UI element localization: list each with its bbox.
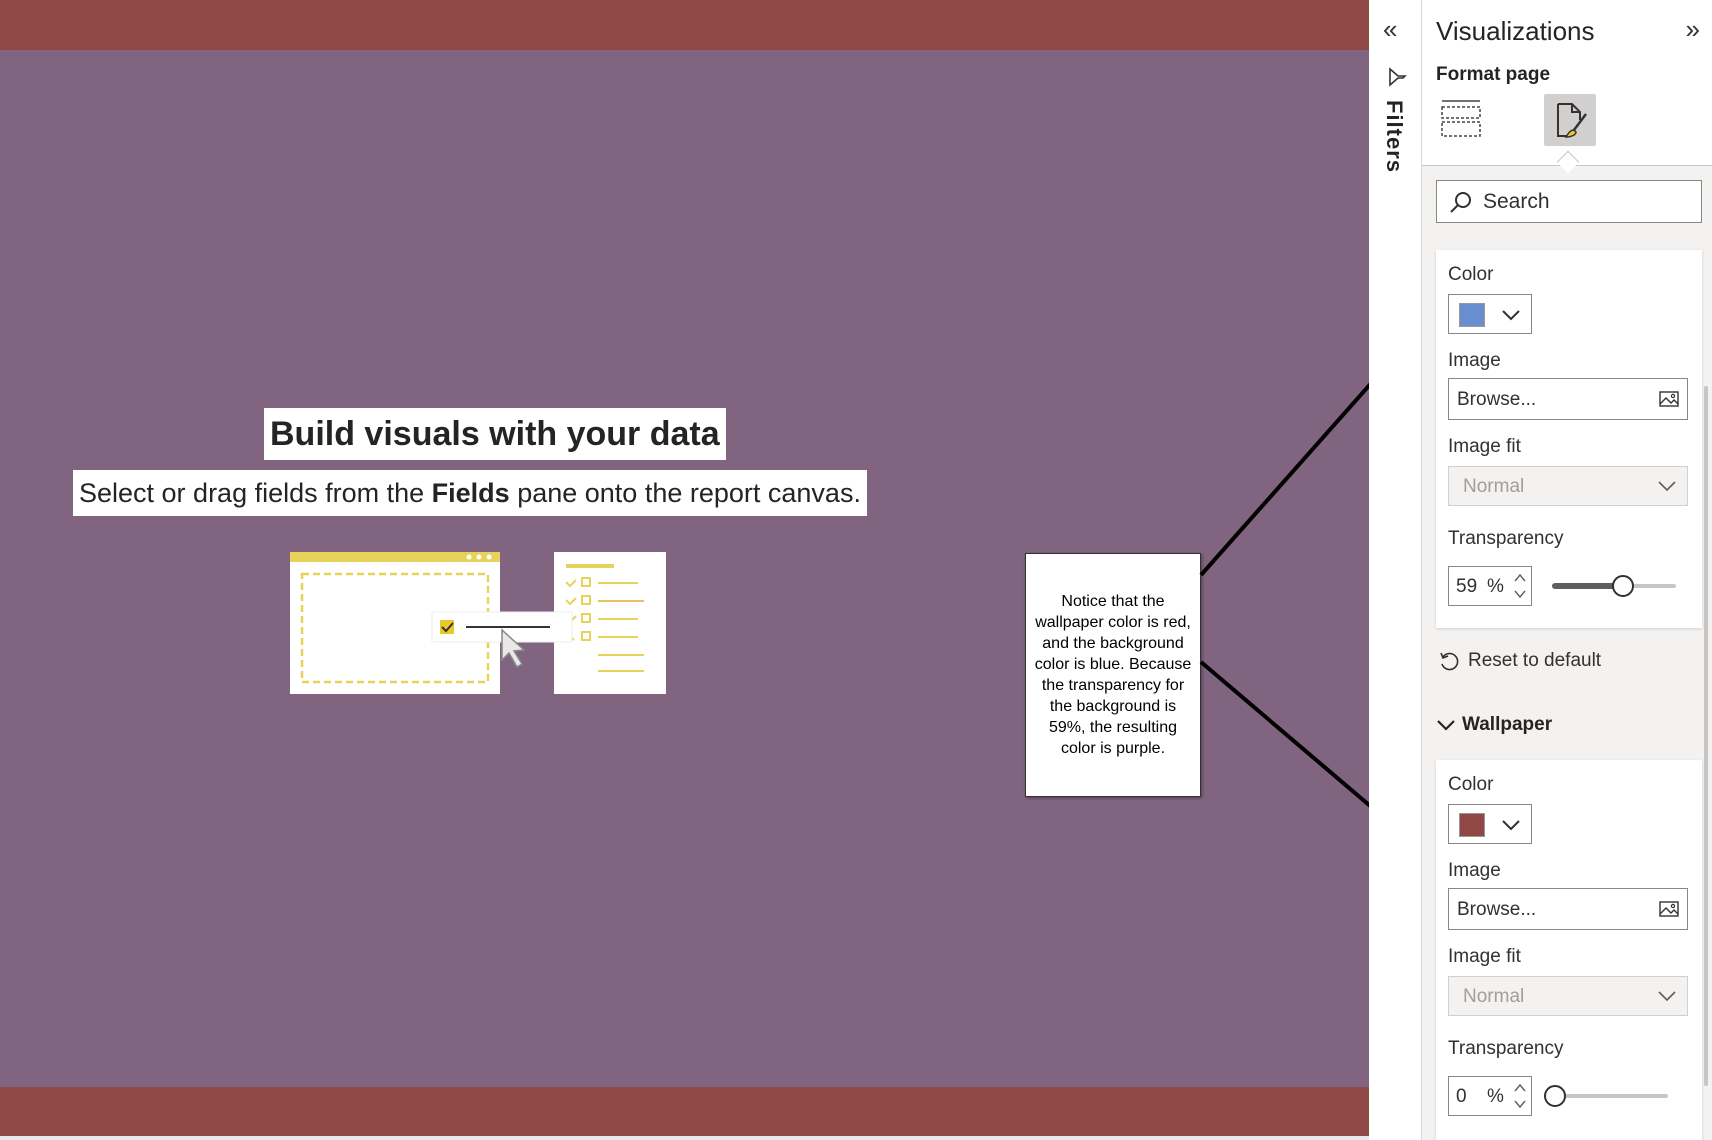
bg-transparency-slider[interactable] (1552, 574, 1676, 598)
bg-image-fit-dropdown[interactable]: Normal (1448, 466, 1688, 506)
search-input[interactable]: Search (1436, 180, 1702, 223)
wp-transparency-unit: % (1487, 1086, 1504, 1107)
visualizations-header: Visualizations » Format page (1422, 0, 1712, 166)
wp-transparency-slider[interactable] (1544, 1084, 1668, 1108)
bg-image-fit-label: Image fit (1448, 436, 1521, 457)
wp-image-fit-value: Normal (1463, 986, 1525, 1007)
wp-image-browse[interactable]: Browse... (1448, 888, 1688, 930)
wp-transparency-label: Transparency (1448, 1038, 1564, 1059)
empty-state-illustration (290, 552, 666, 694)
format-tab[interactable] (1544, 94, 1596, 146)
subtitle-fields-bold: Fields (431, 478, 510, 508)
filters-pane-collapsed[interactable]: « Filters (1369, 0, 1422, 1140)
bg-transparency-label: Transparency (1448, 528, 1564, 549)
wp-transparency-value: 0 (1456, 1086, 1467, 1107)
wp-transparency-spinner[interactable]: 0 % (1448, 1076, 1532, 1116)
empty-state-title: Build visuals with your data (264, 408, 726, 460)
wp-color-picker[interactable] (1448, 804, 1532, 844)
chevron-down-icon (1658, 481, 1676, 492)
chevron-down-icon (1658, 991, 1676, 1002)
image-icon (1659, 901, 1679, 917)
wallpaper-section-title: Wallpaper (1462, 714, 1553, 735)
grid-layout-icon[interactable] (1440, 98, 1482, 140)
reset-label: Reset to default (1468, 650, 1602, 671)
wp-image-fit-dropdown[interactable]: Normal (1448, 976, 1688, 1016)
wp-color-swatch (1459, 813, 1485, 837)
bg-image-label: Image (1448, 350, 1501, 371)
search-icon (1450, 191, 1471, 213)
callout-text: Notice that the wallpaper color is red, … (1034, 593, 1192, 757)
bg-transparency-value: 59 (1456, 576, 1478, 597)
canvas-background-card: Color Image Browse... Image fit Normal T… (1436, 250, 1702, 628)
slider-thumb[interactable] (1612, 575, 1635, 597)
bg-color-picker[interactable] (1448, 294, 1532, 334)
bg-image-fit-value: Normal (1463, 476, 1525, 497)
wallpaper-section-header[interactable]: Wallpaper (1436, 714, 1552, 736)
double-chevron-right-icon[interactable]: » (1686, 16, 1700, 42)
pane-scrollbar[interactable] (1704, 386, 1708, 1086)
wp-color-label: Color (1448, 774, 1494, 795)
subtitle-text-after: pane onto the report canvas. (509, 478, 861, 508)
bg-image-browse[interactable]: Browse... (1448, 378, 1688, 420)
bg-color-swatch (1459, 303, 1485, 327)
wallpaper-card: Color Image Browse... Image fit Normal T… (1436, 760, 1702, 1140)
wp-image-label: Image (1448, 860, 1501, 881)
funnel-icon (1389, 67, 1407, 87)
filters-label[interactable]: Filters (1381, 100, 1407, 173)
bg-transparency-spinner[interactable]: 59 % (1448, 566, 1532, 606)
bg-transparency-unit: % (1487, 576, 1504, 597)
spinner-arrows-icon[interactable] (1513, 569, 1527, 603)
chevron-down-icon (1437, 720, 1455, 731)
undo-icon (1440, 652, 1459, 671)
wp-image-fit-label: Image fit (1448, 946, 1521, 967)
visualizations-title: Visualizations (1436, 16, 1595, 46)
double-chevron-left-icon[interactable]: « (1383, 16, 1397, 42)
bg-browse-text: Browse... (1457, 389, 1537, 410)
spinner-arrows-icon[interactable] (1513, 1079, 1527, 1113)
page-tabs-strip (0, 1136, 1369, 1140)
visualizations-pane: Visualizations » Format page Search Colo (1422, 0, 1712, 1140)
chevron-down-icon (1502, 310, 1520, 321)
empty-state-subtitle: Select or drag fields from the Fields pa… (73, 470, 867, 516)
bg-color-label: Color (1448, 264, 1494, 285)
wp-browse-text: Browse... (1457, 899, 1537, 920)
slider-thumb[interactable] (1544, 1085, 1566, 1107)
subtitle-text-before: Select or drag fields from the (79, 478, 432, 508)
chevron-down-icon (1502, 820, 1520, 831)
format-page-subtitle: Format page (1436, 64, 1551, 85)
paintbrush-page-icon (1557, 103, 1587, 138)
image-icon (1659, 391, 1679, 407)
search-placeholder: Search (1483, 189, 1550, 213)
annotation-callout: Notice that the wallpaper color is red, … (1025, 553, 1201, 797)
reset-to-default-button[interactable]: Reset to default (1438, 650, 1601, 672)
